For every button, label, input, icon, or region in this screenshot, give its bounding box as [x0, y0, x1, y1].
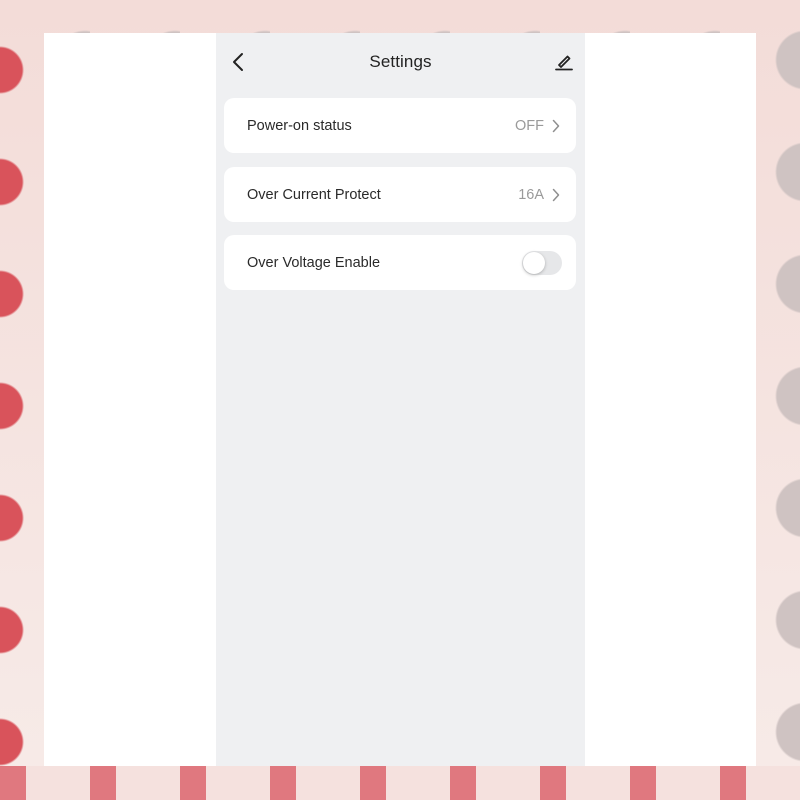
over-current-protect-value: 16A	[518, 186, 544, 203]
power-on-status-value: OFF	[515, 117, 544, 134]
pencil-icon	[555, 55, 573, 71]
power-on-status-label: Power-on status	[247, 117, 352, 134]
toggle-knob	[523, 251, 545, 274]
over-current-protect-label: Over Current Protect	[247, 186, 381, 203]
power-on-status-row[interactable]: Power-on status OFF	[224, 98, 576, 153]
page-title: Settings	[369, 52, 432, 71]
chevron-right-icon	[552, 187, 562, 203]
over-voltage-enable-toggle[interactable]	[522, 250, 562, 275]
edit-button[interactable]	[551, 48, 577, 76]
over-current-protect-row[interactable]: Over Current Protect 16A	[224, 167, 576, 222]
over-voltage-enable-row: Over Voltage Enable	[224, 235, 576, 290]
decorative-bottom-strip	[0, 766, 800, 800]
over-voltage-enable-label: Over Voltage Enable	[247, 254, 381, 271]
settings-screen: Settings Power-on status OFF Over Curren…	[216, 33, 585, 766]
back-button[interactable]	[226, 48, 250, 76]
chevron-left-icon	[233, 53, 243, 71]
navigation-bar: Settings	[216, 33, 585, 91]
chevron-right-icon	[552, 118, 562, 134]
